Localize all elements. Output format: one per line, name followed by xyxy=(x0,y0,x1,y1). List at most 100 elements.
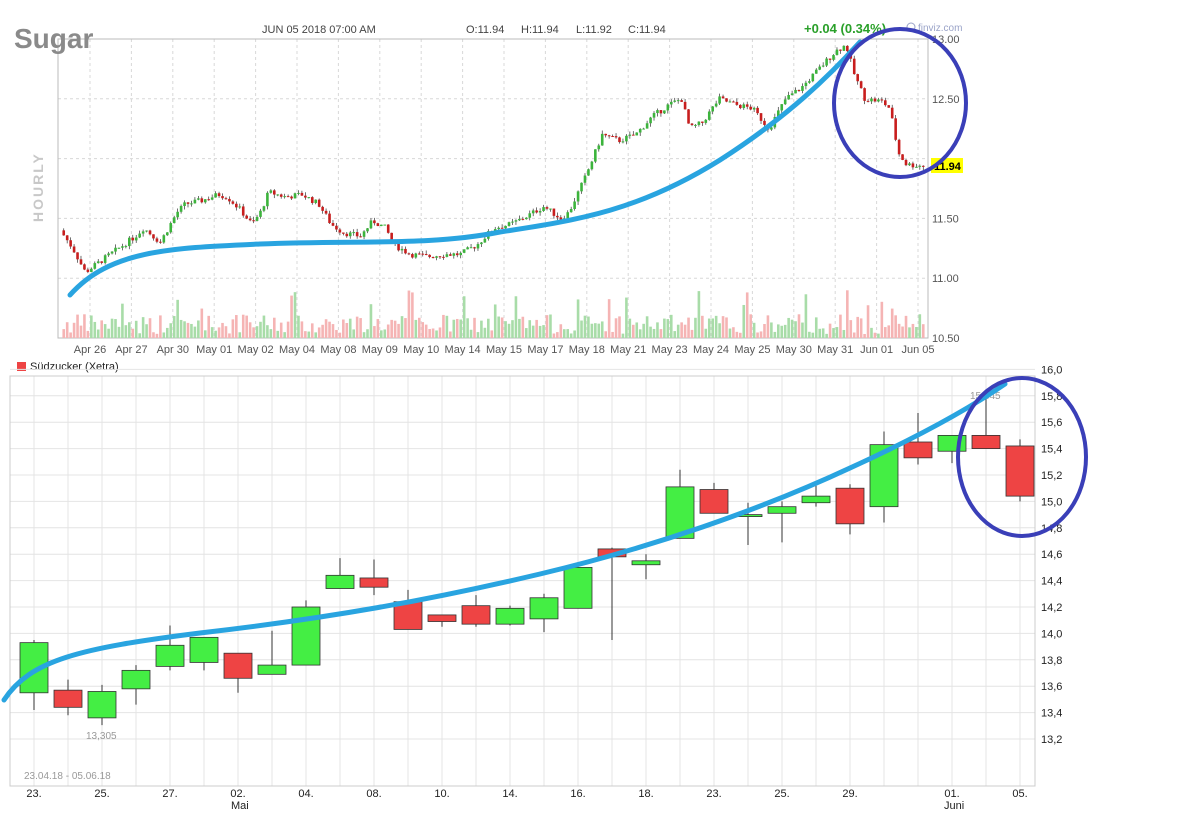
volume-bar xyxy=(480,320,483,338)
bottom-x-tick-label: 04. xyxy=(298,788,313,800)
bottom-x-tick-label: 25. xyxy=(94,788,109,800)
top-candle-body xyxy=(165,232,169,236)
volume-bar xyxy=(635,322,639,338)
top-candle-body xyxy=(528,213,532,218)
bottom-y-tick-label: 15,0 xyxy=(1041,496,1062,508)
volume-bar xyxy=(625,297,628,338)
top-candle-body xyxy=(559,217,563,220)
volume-bar xyxy=(852,332,856,338)
top-candle-body xyxy=(359,236,362,238)
volume-bar xyxy=(393,320,397,338)
top-candle-body xyxy=(324,210,328,214)
top-candle-body xyxy=(569,208,573,213)
volume-bar xyxy=(507,323,511,338)
top-candle-body xyxy=(714,103,718,107)
volume-bar xyxy=(96,329,100,338)
bottom-candle-body xyxy=(767,506,797,514)
top-candle-body xyxy=(238,206,242,208)
top-candle-body xyxy=(732,101,735,103)
top-candle-body xyxy=(666,104,670,111)
top-candle-body xyxy=(304,195,307,198)
top-candle-body xyxy=(694,124,697,126)
volume-bar xyxy=(317,327,321,338)
top-candle-body xyxy=(255,216,259,221)
volume-bar xyxy=(780,325,784,338)
volume-bar xyxy=(269,329,273,338)
top-candle-body xyxy=(449,254,452,256)
top-candle-body xyxy=(380,224,383,227)
volume-bar xyxy=(69,332,72,338)
bottom-candle-body xyxy=(1005,445,1035,497)
volume-bar xyxy=(321,324,324,338)
top-candle-body xyxy=(217,193,221,197)
top-candle-body xyxy=(355,232,359,237)
top-candle-body xyxy=(915,166,918,168)
top-x-tick-label: May 24 xyxy=(693,344,729,356)
date-readout: JUN 05 2018 07:00 AM xyxy=(262,24,376,36)
top-candles xyxy=(62,45,925,274)
top-candle-body xyxy=(835,49,839,56)
top-candle-body xyxy=(607,135,611,137)
volume-bar xyxy=(797,314,801,338)
top-candle-body xyxy=(279,194,283,197)
top-x-tick-label: May 02 xyxy=(238,344,274,356)
top-candle-body xyxy=(901,154,904,160)
top-candle-body xyxy=(518,218,521,221)
volume-bar xyxy=(725,317,728,338)
top-candle-body xyxy=(138,233,141,238)
volume-bar xyxy=(846,290,849,338)
top-candle-body xyxy=(652,113,656,118)
top-candle-body xyxy=(611,136,614,138)
top-plot-frame xyxy=(57,38,929,339)
top-candle-body xyxy=(331,223,335,226)
top-candle-body xyxy=(362,231,366,237)
top-candle-body xyxy=(121,246,124,248)
top-candle-body xyxy=(711,106,715,112)
top-candle-body xyxy=(272,190,276,195)
low-value-label: 13,305 xyxy=(86,731,117,742)
top-candle-body xyxy=(628,134,632,136)
top-candle-body xyxy=(162,235,166,243)
top-candle-body xyxy=(880,99,884,101)
volume-bar xyxy=(656,322,659,338)
top-candle-body xyxy=(352,232,355,234)
top-candle-body xyxy=(863,88,866,101)
volume-bar xyxy=(604,331,607,338)
top-candle-body xyxy=(293,193,297,199)
volume-bar xyxy=(345,323,349,338)
volume-bar xyxy=(621,333,625,338)
top-candle-body xyxy=(797,89,801,91)
bottom-x-tick-label: 23. xyxy=(706,788,721,800)
top-candle-body xyxy=(621,141,625,143)
volume-bar xyxy=(455,318,459,338)
top-candle-body xyxy=(683,101,687,110)
top-candle-body xyxy=(531,210,535,214)
volume-bar xyxy=(310,323,314,338)
top-candle-body xyxy=(373,220,376,224)
volume-bar xyxy=(832,328,835,338)
volume-bar xyxy=(863,333,866,338)
volume-bar xyxy=(587,316,590,338)
top-candle-body xyxy=(155,238,159,242)
volume-bar xyxy=(428,328,431,338)
top-candle-body xyxy=(787,95,790,100)
volume-bar xyxy=(894,315,897,338)
top-candle-body xyxy=(756,107,759,114)
volume-bar xyxy=(652,328,656,338)
bottom-trend-line xyxy=(1,381,1008,703)
volume-bar xyxy=(411,292,414,338)
top-candle-body xyxy=(884,100,887,106)
top-candle-body xyxy=(511,221,514,223)
top-candle-body xyxy=(141,231,145,234)
top-x-tick-label: May 09 xyxy=(362,344,398,356)
top-candle-body xyxy=(856,74,859,82)
top-x-tick-label: May 14 xyxy=(445,344,481,356)
volume-bar xyxy=(873,332,877,338)
top-candle-body xyxy=(894,118,897,140)
volume-bar xyxy=(172,316,176,338)
top-candle-body xyxy=(921,165,925,167)
volume-bar xyxy=(200,308,204,338)
volume-bar xyxy=(694,317,697,338)
volume-bars xyxy=(62,290,925,338)
top-candle-body xyxy=(438,256,442,258)
